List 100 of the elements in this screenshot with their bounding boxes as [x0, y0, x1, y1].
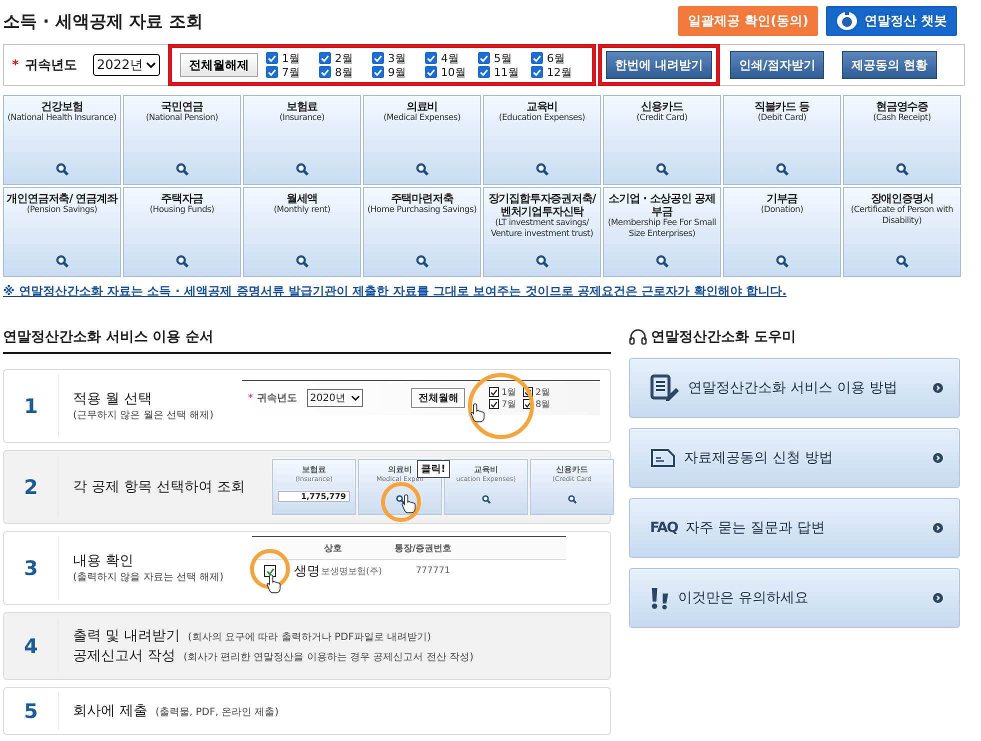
month-checkbox[interactable]	[424, 66, 437, 78]
tile-title: 의료비	[405, 100, 439, 113]
search-icon	[416, 163, 428, 176]
tile-subtitle: (Debit Card)	[756, 113, 808, 124]
tile-title: 장애인증명서	[870, 192, 934, 205]
category-tile[interactable]: 의료비 (Medical Expenses)	[363, 95, 481, 185]
search-icon	[396, 495, 404, 504]
step-title: 내용 확인	[73, 552, 134, 570]
category-tile[interactable]: 건강보험 (National Health Insurance)	[3, 95, 121, 185]
month-checkbox[interactable]	[530, 52, 543, 64]
column-header: 상호	[323, 542, 343, 554]
category-tile[interactable]: 직불카드 등 (Debit Card)	[723, 95, 841, 185]
month-checkbox[interactable]	[266, 52, 278, 64]
amount-field: 1,775,779	[278, 491, 350, 502]
helper-button[interactable]: 자료제공동의 신청 방법	[629, 428, 960, 488]
category-tile[interactable]: 주택마련저축 (Home Purchasing Savings)	[363, 187, 481, 277]
table-cell-text: 보생명보험(주)	[320, 566, 382, 578]
caret-icon	[351, 395, 360, 401]
required-mark: *	[248, 392, 253, 404]
magnified-text: 생명	[294, 563, 320, 580]
tile-title: 교육비	[474, 464, 498, 475]
search-icon	[776, 163, 788, 176]
tile-title: 주택자금	[160, 192, 204, 205]
category-tile[interactable]: 개인연금저축/ 연금계좌 (Pension Savings)	[3, 187, 121, 277]
search-icon	[176, 163, 188, 176]
tile-subtitle: (Monthly rent)	[272, 205, 332, 216]
category-tile[interactable]: 장기집합투자증권저축/ 벤처기업투자신탁 (LT investment savings/ Venture investment trust)	[483, 187, 601, 277]
tile-title: 기부금	[765, 192, 799, 205]
tile-title: 보험료	[302, 464, 326, 475]
search-icon	[568, 495, 576, 504]
step-number: 3	[24, 556, 38, 580]
category-tile[interactable]: 국민연금 (National Pension)	[123, 95, 241, 185]
step-number: 4	[24, 634, 38, 658]
category-tile[interactable]: 주택자금 (Housing Funds)	[123, 187, 241, 277]
year-select[interactable]: 2022년	[92, 54, 160, 76]
month-label: 2월	[535, 386, 550, 398]
search-icon	[176, 255, 188, 268]
tile-title: 직불카드 등	[753, 100, 811, 113]
search-icon	[56, 255, 68, 268]
month-checkbox[interactable]	[318, 66, 331, 78]
category-tile[interactable]: 교육비 (Education Expenses)	[483, 95, 601, 185]
section-title: 연말정산간소화 도우미	[651, 328, 796, 346]
tile-subtitle: (Housing Funds)	[148, 205, 216, 216]
document-pencil-icon	[650, 374, 680, 402]
tile-title: 의료비	[388, 464, 412, 475]
section-title: 연말정산간소화 서비스 이용 순서	[3, 328, 611, 354]
action-button[interactable]: 한번에 내려받기	[606, 51, 712, 79]
tile-title: 신용카드	[556, 464, 588, 475]
tile-title: 장기집합투자증권저축/ 벤처기업투자신탁	[487, 192, 598, 218]
step-note: (출력물, PDF, 온라인 제출)	[155, 706, 279, 719]
month-label: 1월	[501, 386, 516, 398]
helper-button[interactable]: 연말정산간소화 서비스 이용 방법	[629, 358, 960, 418]
category-tile[interactable]: 기부금 (Donation)	[723, 187, 841, 277]
month-label: 8월	[334, 64, 353, 80]
tile-subtitle: (Education Expenses)	[498, 113, 586, 124]
step-title: 공제신고서 작성	[73, 647, 176, 665]
step-number: 2	[24, 475, 38, 499]
step-title: 회사에 제출	[73, 702, 148, 720]
step-title: 출력 및 내려받기	[73, 627, 180, 645]
category-tile[interactable]: 소기업 · 소상공인 공제부금 (Membership Fee For Small Size Enterprises)	[603, 187, 721, 277]
month-checkbox[interactable]	[478, 66, 490, 78]
category-tile[interactable]: 신용카드 (Credit Card)	[603, 95, 721, 185]
category-tile[interactable]: 보험료 (Insurance)	[243, 95, 361, 185]
category-tile[interactable]: 현금영수증 (Cash Receipt)	[843, 95, 961, 185]
category-tile[interactable]: 장애인증명서 (Certificate of Person with Disability)	[843, 187, 961, 277]
tile-title: 소기업 · 소상공인 공제부금	[608, 192, 716, 218]
search-icon	[416, 255, 428, 268]
helper-button[interactable]: 이것만은 유의하세요	[629, 568, 960, 628]
month-checkbox[interactable]	[372, 66, 384, 78]
tile-subtitle: (Membership Fee For Small Size Enterprises)	[606, 218, 718, 240]
month-checkbox[interactable]	[372, 52, 384, 64]
tile-title: 개인연금저축/ 연금계좌	[6, 192, 118, 205]
clear-months-button[interactable]: 전체월해제	[180, 53, 258, 77]
header-button[interactable]: 연말정산 챗봇	[826, 6, 957, 36]
tile-subtitle: (Cash Receipt)	[872, 113, 932, 124]
faq-label: FAQ	[650, 520, 678, 536]
month-checkbox[interactable]	[318, 52, 331, 64]
month-checkbox[interactable]	[266, 66, 278, 78]
notice-link[interactable]: ※ 연말정산간소화 자료는 소득 · 세액공제 증명서류 발급기관이 제출한 자료를 그대로 보여주는 것이므로 공제요건은 근로자가 확인해야 합니다.	[3, 283, 965, 300]
step-note: (근무하지 않은 월은 선택 해제)	[73, 409, 214, 422]
month-checkbox[interactable]	[478, 52, 490, 64]
month-label: 2월	[334, 50, 353, 66]
month-label: 3월	[388, 50, 406, 66]
step-number: 1	[24, 394, 38, 418]
helper-button[interactable]: FAQ 자주 묻는 질문과 답변	[629, 498, 960, 558]
table-cell-text: 777771	[414, 566, 452, 576]
step-note: (회사의 요구에 따라 출력하거나 PDF파일로 내려받기)	[188, 631, 432, 644]
search-icon	[536, 163, 548, 176]
month-label: 7월	[501, 398, 516, 410]
tile-subtitle: (Donation)	[760, 205, 804, 216]
tile-subtitle: (Credit Card)	[636, 113, 688, 124]
month-label: 5월	[494, 50, 512, 66]
action-button[interactable]: 인쇄/점자받기	[730, 51, 824, 79]
year-label: 귀속년도	[24, 57, 77, 74]
tile-title: 교육비	[525, 100, 559, 113]
search-icon	[536, 255, 548, 268]
month-checkbox[interactable]	[424, 52, 437, 64]
category-tile[interactable]: 월세액 (Monthly rent)	[243, 187, 361, 277]
month-checkbox[interactable]	[530, 66, 543, 78]
action-button[interactable]: 제공동의 현황	[842, 51, 937, 79]
